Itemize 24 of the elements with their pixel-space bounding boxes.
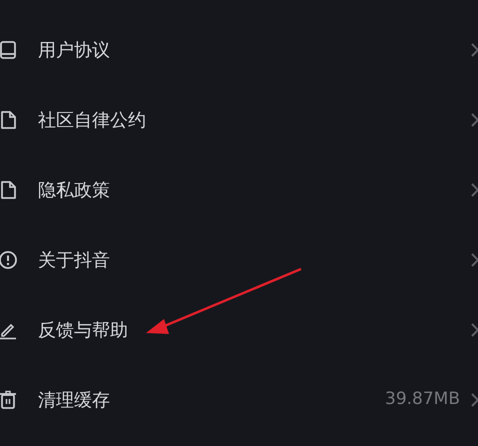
settings-label: 反馈与帮助 — [38, 318, 129, 342]
settings-label: 隐私政策 — [38, 178, 111, 202]
document-icon — [0, 180, 18, 200]
info-icon — [0, 250, 18, 270]
settings-row[interactable]: 隐私政策 — [0, 155, 478, 225]
trash-icon — [0, 390, 18, 410]
settings-row[interactable]: 用户协议 — [0, 15, 478, 85]
settings-label: 清理缓存 — [38, 388, 111, 412]
settings-label: 社区自律公约 — [38, 108, 147, 132]
settings-label: 关于抖音 — [38, 248, 111, 272]
book-icon — [0, 40, 18, 60]
chevron-icon — [470, 252, 478, 268]
settings-row[interactable]: 社区自律公约 — [0, 85, 478, 155]
chevron-icon — [470, 112, 478, 128]
document-icon — [0, 110, 18, 130]
chevron-icon — [470, 42, 478, 58]
settings-row[interactable]: 反馈与帮助 — [0, 295, 478, 365]
cache-size: 39.87MB — [385, 388, 460, 412]
settings-row[interactable]: 清理缓存 39.87MB — [0, 365, 478, 435]
settings-row[interactable]: 关于抖音 — [0, 225, 478, 295]
chevron-icon — [470, 322, 478, 338]
chevron-icon — [470, 392, 478, 408]
chevron-icon — [470, 182, 478, 198]
settings-label: 用户协议 — [38, 38, 111, 62]
